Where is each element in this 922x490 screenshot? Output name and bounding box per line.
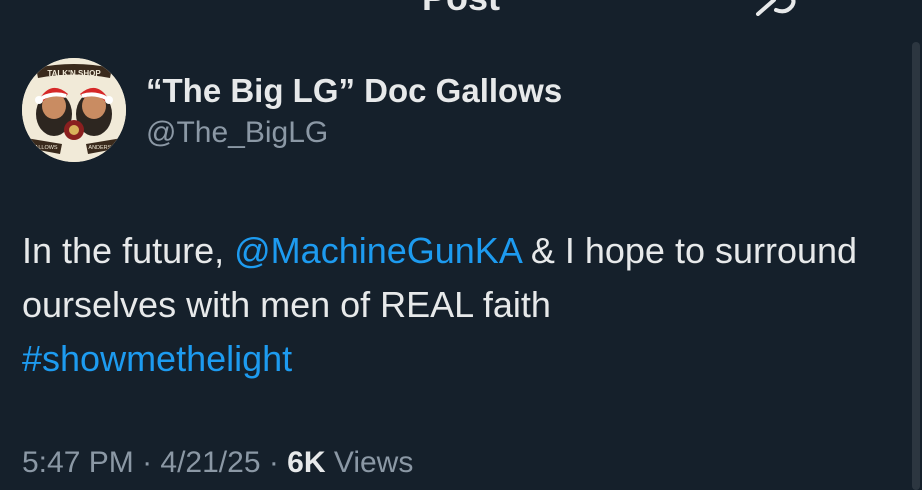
avatar-ribbon-right: ANDERSON [88, 145, 119, 151]
avatar[interactable]: TALK'N SHOP GALLOWS ANDERSON [22, 58, 126, 162]
avatar-banner-text: TALK'N SHOP [47, 69, 101, 78]
top-bar: Post [0, 0, 922, 20]
mention-link[interactable]: @MachineGunKA [234, 230, 521, 271]
avatar-logo-icon: TALK'N SHOP GALLOWS ANDERSON [22, 58, 126, 162]
views-label: Views [325, 446, 414, 479]
meta-separator: · [260, 446, 288, 479]
tweet-text-part1: In the future, [22, 230, 235, 271]
tweet-time[interactable]: 5:47 PM [22, 446, 134, 479]
post-screen: Post TALK'N SHOP [0, 0, 922, 490]
tweet-meta: 5:47 PM · 4/21/25 · 6K Views [22, 444, 413, 482]
hashtag-link[interactable]: #showmethelight [22, 338, 292, 379]
tweet-text: In the future, @MachineGunKA & I hope to… [22, 224, 892, 386]
views-count: 6K [287, 446, 326, 479]
grok-icon[interactable] [752, 0, 804, 16]
tweet-date[interactable]: 4/21/25 [160, 446, 260, 479]
author-name[interactable]: “The Big LG” Doc Gallows [146, 71, 562, 111]
avatar-ribbon-left: GALLOWS [30, 145, 58, 151]
scrollbar[interactable] [912, 42, 920, 490]
author-handle[interactable]: @The_BigLG [146, 114, 328, 152]
meta-separator: · [133, 446, 161, 479]
